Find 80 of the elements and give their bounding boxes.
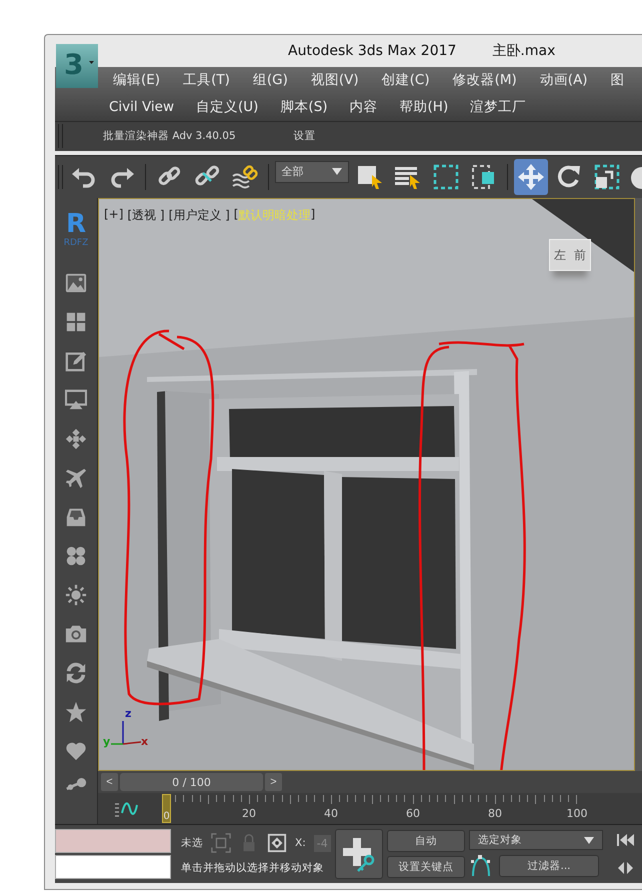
add-key-icon: [341, 836, 377, 872]
selection-filter-dropdown[interactable]: 全部: [274, 160, 350, 183]
frame-tick-label: 60: [406, 807, 420, 820]
view-cube-face[interactable]: 前: [574, 246, 586, 264]
menu-item[interactable]: 脚本(S): [280, 98, 328, 116]
viewport-label[interactable]: [用户定义 ]: [168, 207, 230, 224]
view-cube-face[interactable]: 左: [554, 246, 566, 264]
plugin-logo[interactable]: R: [66, 210, 86, 238]
frame-tick-label: 80: [488, 807, 502, 820]
move-button[interactable]: [514, 158, 548, 195]
viewport-label[interactable]: ]: [310, 207, 316, 224]
time-slider-thumb[interactable]: 0 / 100: [120, 773, 263, 792]
menu-item[interactable]: 图: [610, 71, 625, 90]
axis-label: z: [125, 707, 132, 720]
view-cube[interactable]: 左 前: [549, 239, 591, 272]
file-name: 主卧.max: [492, 42, 556, 60]
transform-mode-icon[interactable]: [267, 833, 287, 854]
menu-item[interactable]: 工具(T): [183, 71, 230, 90]
refresh-icon[interactable]: [65, 662, 87, 684]
frame-indicator[interactable]: 0: [162, 794, 171, 824]
menu-item[interactable]: 动画(A): [540, 71, 588, 90]
menu-item[interactable]: 修改器(M): [452, 71, 517, 90]
sun-icon[interactable]: [65, 584, 87, 606]
heart-icon[interactable]: [65, 740, 87, 762]
menu-item[interactable]: Civil View: [109, 99, 174, 116]
frame-tick-label: 20: [242, 807, 256, 820]
caret-icon: [332, 168, 342, 176]
edit-icon[interactable]: [65, 350, 87, 372]
undo-icon: [70, 166, 97, 188]
viewport[interactable]: [+] [透视 ] [用户定义 ] [默认明暗处理] 左 前 z y x: [98, 198, 635, 772]
menu-item[interactable]: 创建(C): [382, 71, 430, 90]
chain-wave-icon: [230, 164, 259, 190]
viewport-label[interactable]: [透视 ]: [127, 207, 165, 224]
key-mode-button[interactable]: [335, 829, 383, 880]
coordinate-label: X:: [295, 837, 306, 850]
menu-item[interactable]: 自定义(U): [196, 98, 258, 116]
inbox-icon[interactable]: [65, 506, 87, 528]
script-output-field[interactable]: [55, 855, 171, 880]
menu-item[interactable]: 组(G): [252, 71, 288, 90]
viewport-label[interactable]: [: [234, 207, 238, 224]
prompt-text: 单击并拖动以选择并移动对象: [181, 861, 325, 876]
move-icon: [517, 162, 546, 191]
go-to-start-icon[interactable]: [617, 833, 635, 848]
axis-label: y: [103, 735, 110, 748]
menu-item[interactable]: 渲梦工厂: [470, 98, 526, 116]
image-icon[interactable]: [65, 272, 87, 294]
star-icon[interactable]: [65, 701, 87, 724]
redo-icon: [108, 166, 135, 188]
grid-icon[interactable]: [65, 311, 87, 334]
dots-icon[interactable]: [65, 545, 87, 568]
previous-frame-button[interactable]: <: [101, 773, 118, 792]
viewport-label[interactable]: [+]: [104, 207, 124, 224]
menu-item[interactable]: 编辑(E): [113, 71, 160, 90]
menu-item[interactable]: 视图(V): [310, 71, 359, 90]
key-filter-dropdown[interactable]: 选定对象: [469, 830, 603, 850]
frame-tick-label: 100: [566, 807, 588, 820]
curve-editor-icon[interactable]: [114, 801, 138, 818]
curve-icon[interactable]: [65, 777, 87, 790]
plugin-menu-item[interactable]: 设置: [294, 129, 316, 144]
script-input-field[interactable]: [55, 829, 171, 854]
axis-label: x: [141, 735, 148, 748]
monitor-icon[interactable]: [65, 389, 87, 412]
caret-icon: [584, 836, 594, 844]
plugin-menu-item[interactable]: 批量渲染神器 Adv 3.40.05: [103, 129, 236, 144]
window-title: Autodesk 3ds Max 2017: [288, 42, 456, 59]
set-key-button[interactable]: 设置关键点: [387, 856, 465, 878]
selection-status: 未选: [181, 836, 203, 850]
auto-key-button[interactable]: 自动: [387, 830, 465, 852]
next-frame-button[interactable]: >: [265, 773, 282, 792]
scale-icon: [593, 162, 622, 191]
airplane-icon[interactable]: [65, 467, 87, 490]
menu-item[interactable]: 内容: [350, 98, 378, 116]
menu-item[interactable]: 帮助(H): [400, 98, 448, 116]
frame-tick-label: 40: [324, 807, 338, 820]
dashed-rectangle-icon: [432, 162, 460, 191]
plugin-label: RDFZ: [64, 238, 88, 248]
key-filters-button[interactable]: 过滤器...: [499, 855, 599, 878]
camera-icon[interactable]: [65, 623, 87, 646]
move-arrows-icon[interactable]: [65, 428, 87, 450]
previous-next-icon[interactable]: [617, 861, 635, 876]
